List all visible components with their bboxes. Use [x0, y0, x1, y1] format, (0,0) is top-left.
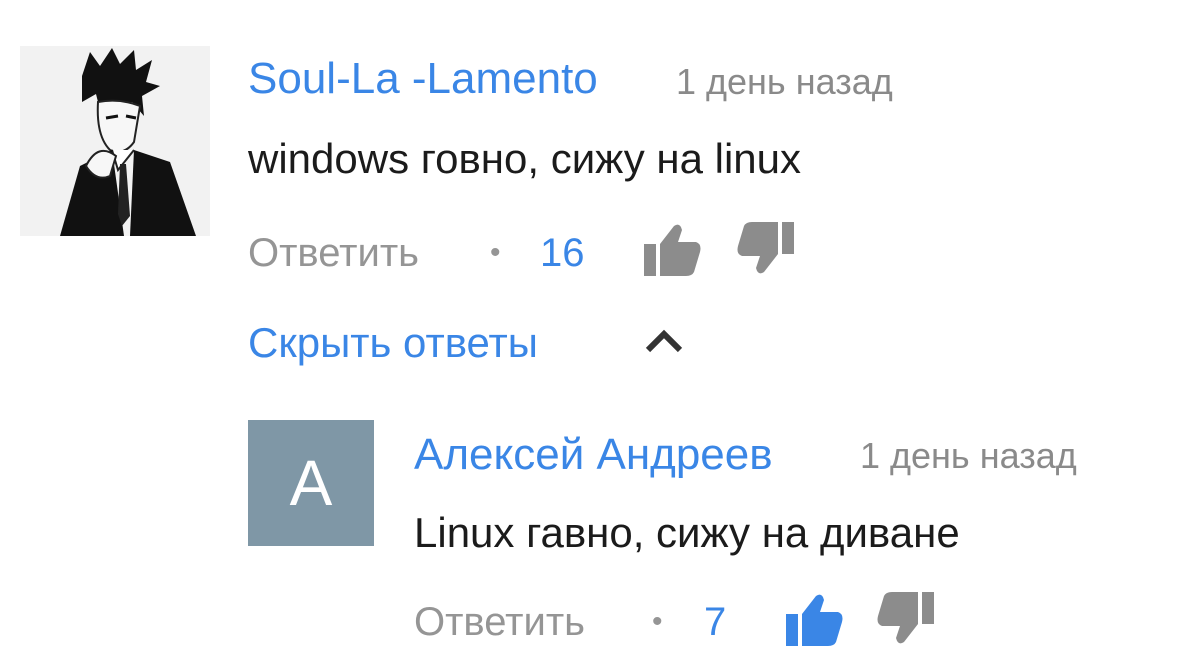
thumbs-up-icon[interactable]	[786, 592, 844, 646]
reply-text: Linux гавно, сижу на диване	[414, 509, 960, 556]
reply-reply-button[interactable]: Ответить	[414, 602, 585, 642]
reply-avatar[interactable]: A	[248, 420, 374, 546]
reply-time[interactable]: 1 день назад	[860, 438, 1077, 474]
comment-time[interactable]: 1 день назад	[676, 64, 893, 100]
reply-button[interactable]: Ответить	[248, 233, 419, 273]
reply-like-count: 7	[704, 600, 727, 644]
thumbs-down-icon[interactable]	[876, 592, 934, 646]
chevron-up-icon[interactable]	[644, 328, 684, 354]
hide-replies-button[interactable]: Скрыть ответы	[248, 322, 538, 364]
reply-author[interactable]: Алексей Андреев	[414, 433, 773, 477]
thumbs-up-icon[interactable]	[644, 222, 702, 276]
thumbs-down-icon[interactable]	[736, 222, 794, 276]
comment-author[interactable]: Soul-La -Lamento	[248, 57, 598, 101]
like-count: 16	[540, 231, 585, 275]
comment-text: windows говно, сижу на linux	[248, 135, 801, 182]
reply-separator-dot: •	[652, 605, 663, 638]
separator-dot: •	[490, 236, 501, 269]
commenter-avatar[interactable]	[20, 46, 210, 236]
avatar-illustration	[20, 46, 210, 236]
